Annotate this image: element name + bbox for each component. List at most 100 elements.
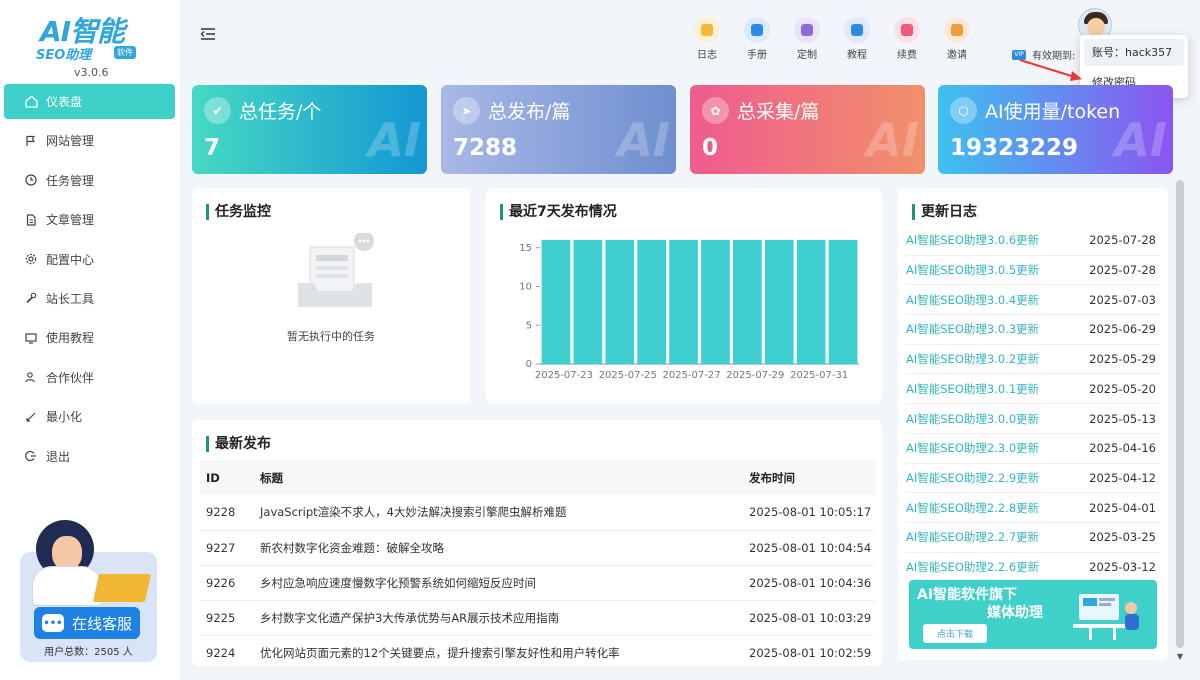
panel-title: 更新日志 [912,204,977,220]
stat-card-tasks: ✔ 总任务/个 7 AI [192,85,427,174]
toolbar-renew-button[interactable]: 续费 [887,17,927,61]
sidebar-item-tutorial[interactable]: 使用教程 [4,320,175,355]
x-tick-label: 2025-07-25 [599,370,657,381]
empty-inbox-icon [298,233,374,307]
office-illustration-icon [1073,594,1139,640]
online-support-button[interactable]: ••• 在线客服 [34,607,140,639]
x-tick-label: 2025-07-23 [535,370,593,381]
banner-line1: AI智能软件旗下 [917,587,1018,603]
chart-bar[interactable] [541,240,571,364]
task-monitor-panel: 任务监控 暂无执行中的任务 [192,188,470,404]
sidebar-item-sites[interactable]: 网站管理 [4,123,175,158]
app-logo[interactable]: AI智能 SEO助理 软件 v3.0.6 [30,10,150,80]
publish-chart-panel: 最近7天发布情况 0 5 10 15 2025-07-23 2025-07-25 2025-… [486,188,882,404]
changelog-date: 2025-03-12 [1089,560,1156,575]
changelog-link[interactable]: AI智能SEO助理3.0.1更新 [906,381,1039,397]
toolbar-label: 邀请 [947,50,967,61]
table-row[interactable]: 9224 优化网站页面元素的12个关键要点，提升搜索引擎友好性和用户转化率 2025… [200,635,876,671]
changelog-row: AI智能SEO助理3.0.6更新 2025-07-28 [906,226,1160,256]
changelog-link[interactable]: AI智能SEO助理2.2.6更新 [906,559,1039,575]
chart-bar[interactable] [764,240,794,364]
cell-title: 乡村数字文化遗产保护3大传承优势与AR展示技术应用指南 [254,600,743,636]
ai-icon: ⬡ [950,97,977,124]
chart-bar[interactable] [637,240,667,364]
sidebar-item-articles[interactable]: 文章管理 [4,202,175,237]
y-tick-label: 0 [526,359,532,370]
x-tick-label: 2025-07-29 [726,370,784,381]
changelog-link[interactable]: AI智能SEO助理3.0.5更新 [906,262,1039,278]
stat-card-published: ➤ 总发布/篇 7288 AI [441,85,676,174]
changelog-row: AI智能SEO助理3.0.3更新 2025-06-29 [906,315,1160,345]
changelog-link[interactable]: AI智能SEO助理2.3.0更新 [906,440,1039,456]
table-row[interactable]: 9226 乡村应急响应速度慢数字化预警系统如何缩短反应时间 2025-08-01 1… [200,565,876,601]
changelog-date: 2025-07-28 [1089,233,1156,248]
changelog-link[interactable]: AI智能SEO助理3.0.6更新 [906,232,1039,248]
chart-bar[interactable] [701,240,730,364]
changelog-link[interactable]: AI智能SEO助理2.2.7更新 [906,529,1039,545]
changelog-link[interactable]: AI智能SEO助理2.2.8更新 [906,500,1039,516]
changelog-date: 2025-05-20 [1089,381,1156,396]
sidebar: AI智能 SEO助理 软件 v3.0.6 仪表盘 网站管理 任务管理 文章管理 … [0,0,180,680]
table-row[interactable]: 9227 新农村数字化资金难题：破解全攻略 2025-08-01 10:04:54 [200,530,876,566]
sidebar-item-config[interactable]: 配置中心 [4,242,175,277]
sidebar-item-dashboard[interactable]: 仪表盘 [4,84,175,119]
toolbar-label: 定制 [797,50,817,61]
chart-bar[interactable] [669,240,698,364]
scrollbar-thumb[interactable] [1176,180,1184,648]
changelog-panel: 更新日志 AI智能SEO助理3.0.6更新 2025-07-28 AI智能SEO助理… [898,188,1168,660]
logo-sub: SEO助理 [36,48,92,63]
chart-bar[interactable] [796,240,826,364]
chart-bar[interactable] [573,240,603,364]
toolbar-manual-button[interactable]: 手册 [737,17,777,61]
stat-card-ai-usage: ⬡ AI使用量/token 19323229 AI [938,85,1173,174]
table-row[interactable]: 9228 JavaScript渲染不求人，4大妙法解决搜索引擎爬虫解析难题 2025… [200,495,876,531]
stat-title: 总采集/篇 [737,101,820,123]
changelog-link[interactable]: AI智能SEO助理3.0.3更新 [906,321,1039,337]
changelog-link[interactable]: AI智能SEO助理3.0.0更新 [906,411,1039,427]
table-row[interactable]: 9225 乡村数字文化遗产保护3大传承优势与AR展示技术应用指南 2025-08-0… [200,600,876,636]
sidebar-item-label: 网站管理 [46,134,95,149]
ai-watermark: AI [1114,113,1167,167]
users-icon [24,370,38,384]
toolbar-log-button[interactable]: 日志 [687,17,727,61]
empty-state-text: 暂无执行中的任务 [287,330,375,343]
menu-toggle-icon[interactable] [200,26,216,45]
changelog-row: AI智能SEO助理3.0.1更新 2025-05-20 [906,375,1160,405]
chart-bar[interactable] [828,240,858,364]
chart-bar[interactable] [732,240,762,364]
cell-title: 新农村数字化资金难题：破解全攻略 [254,530,743,566]
sidebar-item-label: 站长工具 [46,291,95,306]
changelog-link[interactable]: AI智能SEO助理3.0.2更新 [906,351,1039,367]
table-header-row: ID 标题 发布时间 [200,460,876,495]
toolbar-tutorial-button[interactable]: 教程 [837,17,877,61]
media-assistant-banner[interactable]: AI智能软件旗下 媒体助理 点击下载 [909,580,1157,649]
changelog-link[interactable]: AI智能SEO助理3.0.4更新 [906,292,1039,308]
wrench-icon [24,291,38,305]
logout-icon [24,449,38,463]
sidebar-item-logout[interactable]: 退出 [4,439,175,474]
changelog-date: 2025-04-01 [1089,500,1156,515]
sidebar-item-partners[interactable]: 合作伙伴 [4,360,175,395]
toolbar-custom-button[interactable]: 定制 [787,17,827,61]
stat-value: 0 [702,135,719,161]
toolbar-invite-button[interactable]: 邀请 [937,17,977,61]
sidebar-item-label: 任务管理 [46,173,95,188]
document-icon [24,213,38,227]
chart-bar[interactable] [605,240,635,364]
panel-title: 最新发布 [206,436,271,452]
support-illustration-body [32,566,102,606]
y-tick-label: 10 [519,282,532,293]
changelog-date: 2025-03-25 [1089,530,1156,545]
cell-time: 2025-08-01 10:05:17 [743,495,876,531]
manual-icon [744,17,770,43]
download-button[interactable]: 点击下载 [923,624,987,643]
scroll-down-icon[interactable]: ▼ [1174,652,1186,664]
sidebar-item-tools[interactable]: 站长工具 [4,281,175,316]
banner-line2: 媒体助理 [987,605,1043,621]
stat-card-collected: ✿ 总采集/篇 0 AI [690,85,925,174]
changelog-link[interactable]: AI智能SEO助理2.2.9更新 [906,470,1039,486]
sidebar-item-tasks[interactable]: 任务管理 [4,163,175,198]
changelog-row: AI智能SEO助理3.0.4更新 2025-07-03 [906,285,1160,316]
sidebar-item-label: 文章管理 [46,213,95,228]
sidebar-item-minimize[interactable]: 最小化 [4,399,175,434]
